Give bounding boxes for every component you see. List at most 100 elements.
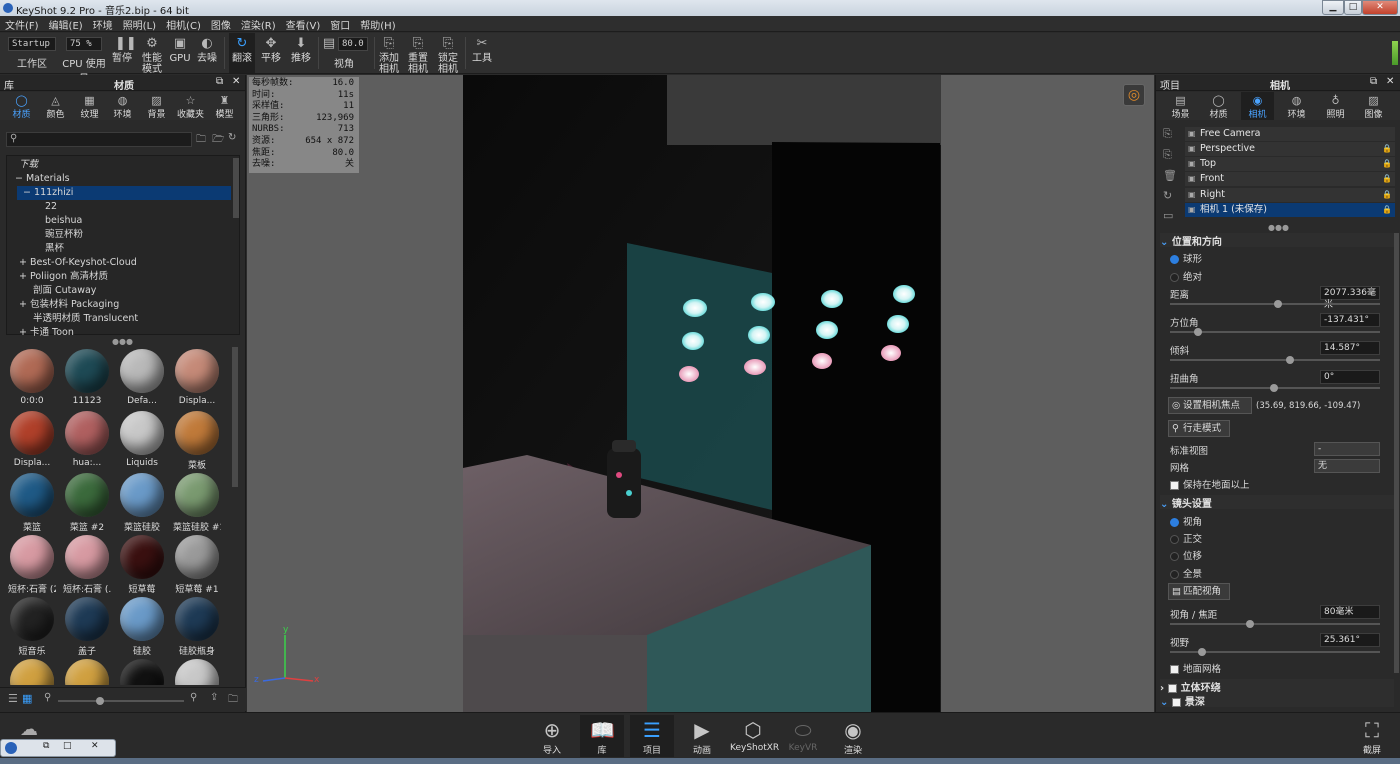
tree-item-blackcup[interactable]: 黑杯 — [45, 242, 64, 256]
material-thumbnail[interactable]: hua:... — [63, 409, 111, 471]
tree-item-best-of-keyshot[interactable]: + Best-Of-Keyshot-Cloud — [19, 256, 137, 270]
import-button[interactable]: ⊕ 导入 — [530, 715, 574, 757]
tools-button[interactable]: ✂ 工具 — [470, 33, 494, 73]
close-panel-icon[interactable]: ✕ — [1386, 76, 1394, 87]
menu-lighting[interactable]: 照明(L) — [118, 16, 161, 32]
workspace-select[interactable]: Startup — [8, 37, 56, 51]
tree-scrollbar[interactable] — [233, 158, 239, 218]
thumb-scrollbar[interactable] — [232, 347, 238, 487]
cloud-library-icon[interactable]: ☁ — [20, 719, 38, 740]
camera-duplicate-icon[interactable]: ⎘ — [1163, 148, 1172, 162]
material-thumbnail[interactable]: 短音乐 — [8, 595, 56, 657]
tree-item-downloads[interactable]: 下载 — [19, 158, 38, 172]
minimized-window-tab[interactable]: ⧉ □ ✕ — [0, 739, 116, 757]
camera-list-item[interactable]: ▣ Front 🔒 — [1185, 172, 1395, 186]
maximize-button[interactable]: □ — [1344, 0, 1362, 15]
lens-perspective-radio[interactable]: 视角 — [1170, 514, 1202, 528]
inclination-slider[interactable] — [1170, 356, 1380, 364]
material-thumbnail[interactable]: 短杯:石膏 (... — [63, 533, 111, 595]
tree-item-beishua[interactable]: beishua — [45, 214, 82, 228]
restore-icon[interactable]: ⧉ — [43, 741, 49, 751]
pan-button[interactable]: ✥ 平移 — [258, 33, 284, 73]
lock-icon[interactable]: 🔒 — [1382, 172, 1392, 186]
camera-list-item[interactable]: ▣ Right 🔒 — [1185, 188, 1395, 202]
inclination-field[interactable]: 14.587° — [1320, 341, 1380, 355]
material-thumbnail[interactable]: 菜篮 #2 — [63, 471, 111, 533]
set-focus-button[interactable]: ◎ 设置相机焦点 — [1168, 397, 1252, 414]
refresh-icon[interactable]: ↻ — [228, 132, 236, 143]
tree-item-111zhizi[interactable]: − 111zhizi — [17, 186, 231, 200]
material-thumbnail[interactable]: 菜篮硅胶 — [118, 471, 166, 533]
material-thumbnail[interactable]: Defa... — [118, 347, 166, 409]
list-view-icon[interactable]: ☰ — [8, 692, 18, 705]
lens-section-header[interactable]: ⌄ 镜头设置 — [1160, 495, 1394, 510]
absolute-radio[interactable]: 绝对 — [1170, 269, 1202, 283]
spherical-radio[interactable]: 球形 — [1170, 251, 1202, 265]
reset-camera-button[interactable]: ⎘ 重置 相机 — [406, 33, 430, 76]
menu-view[interactable]: 查看(V) — [281, 16, 326, 32]
camera-list-item[interactable]: ▣ Top 🔒 — [1185, 157, 1395, 171]
position-section-header[interactable]: ⌄ 位置和方向 — [1160, 233, 1394, 248]
thumbnail-size-slider[interactable] — [58, 697, 184, 705]
minimize-button[interactable]: ▁ — [1322, 0, 1344, 15]
render-button[interactable]: ◉ 渲染 — [831, 715, 875, 757]
material-thumbnail[interactable]: 短草莓 #1 — [173, 533, 221, 595]
properties-scrollbar[interactable] — [1394, 233, 1399, 673]
azimuth-slider[interactable] — [1170, 328, 1380, 336]
tree-item-poliigon[interactable]: + Poliigon 高清材质 — [19, 270, 108, 284]
lens-panoramic-radio[interactable]: 全景 — [1170, 566, 1202, 580]
folder-icon[interactable]: 🗀 — [228, 692, 238, 709]
lock-camera-button[interactable]: ⎘ 锁定 相机 — [436, 33, 460, 76]
tree-item-materials[interactable]: − Materials — [15, 172, 70, 186]
tree-item-translucent[interactable]: 半透明材质 Translucent — [33, 312, 138, 326]
material-thumbnail[interactable]: 盖子 — [63, 595, 111, 657]
screenshot-button[interactable]: ⛶ 截屏 — [1350, 715, 1394, 757]
viewport-settings-icon[interactable]: ◎ — [1123, 84, 1145, 106]
focal-length-slider[interactable] — [1170, 620, 1380, 628]
field-of-view-field[interactable]: 25.361° — [1320, 633, 1380, 647]
project-button[interactable]: ☰ 项目 — [630, 715, 674, 757]
maximize-icon[interactable]: □ — [63, 741, 72, 751]
material-thumbnail[interactable]: Displa... — [173, 347, 221, 409]
camera-add-icon[interactable]: ⎘ — [1163, 127, 1172, 141]
tab-materials[interactable]: ◯ 材质 — [5, 92, 38, 121]
material-thumbnail[interactable] — [63, 657, 111, 685]
lock-icon[interactable]: 🔒 — [1382, 188, 1392, 202]
float-panel-icon[interactable]: ⧉ — [216, 76, 223, 87]
splitter-handle[interactable]: ●●● — [1268, 223, 1289, 232]
keep-above-ground-checkbox[interactable]: 保持在地面以上 — [1170, 477, 1250, 491]
material-thumbnail[interactable]: 硅胶瓶身 — [173, 595, 221, 657]
material-thumbnail[interactable]: 短杯:石膏 (2) — [8, 533, 56, 595]
performance-mode-button[interactable]: ⚙ 性能 模式 — [138, 33, 166, 76]
material-thumbnail[interactable] — [8, 657, 56, 685]
standard-view-dropdown[interactable]: - — [1314, 442, 1380, 456]
tree-item-cutaway[interactable]: 剖面 Cutaway — [33, 284, 96, 298]
grid-dropdown[interactable]: 无 — [1314, 459, 1380, 473]
dof-section-header[interactable]: ⌄ 景深 — [1160, 693, 1394, 708]
menu-help[interactable]: 帮助(H) — [355, 16, 400, 32]
match-perspective-button[interactable]: ▤ 匹配视角 — [1168, 583, 1230, 600]
close-panel-icon[interactable]: ✕ — [232, 76, 240, 87]
tumble-button[interactable]: ↻ 翻滚 — [229, 33, 255, 73]
camera-list-item[interactable]: ▣ Free Camera — [1185, 127, 1395, 141]
camera-list-item-selected[interactable]: ▣ 相机 1 (未保存) 🔒 — [1185, 203, 1395, 217]
tree-item-toon[interactable]: + 卡通 Toon — [19, 326, 74, 336]
menu-window[interactable]: 窗口 — [325, 16, 355, 32]
tab-scene[interactable]: ▤ 场景 — [1164, 92, 1197, 121]
float-panel-icon[interactable]: ⧉ — [1370, 76, 1377, 87]
material-thumbnail[interactable]: Liquids — [118, 409, 166, 471]
animation-button[interactable]: ▶ 动画 — [680, 715, 724, 757]
material-thumbnail[interactable]: 硅胶 — [118, 595, 166, 657]
menu-environment[interactable]: 环境 — [88, 16, 118, 32]
menu-camera[interactable]: 相机(C) — [161, 16, 206, 32]
material-thumbnail[interactable]: 菜板 — [173, 409, 221, 471]
tab-colors[interactable]: ◬ 颜色 — [39, 92, 72, 121]
save-icon[interactable]: ▭ — [1163, 209, 1173, 222]
gpu-button[interactable]: ▣ GPU — [168, 33, 192, 73]
pause-button[interactable]: ❚❚ 暂停 — [110, 33, 137, 73]
tab-environments[interactable]: ◍ 环境 — [106, 92, 139, 121]
library-search-input[interactable]: ⚲ — [6, 132, 192, 147]
menu-render[interactable]: 渲染(R) — [236, 16, 281, 32]
walk-mode-button[interactable]: ⚲ 行走模式 — [1168, 420, 1230, 437]
lock-icon[interactable]: 🔒 — [1382, 157, 1392, 171]
